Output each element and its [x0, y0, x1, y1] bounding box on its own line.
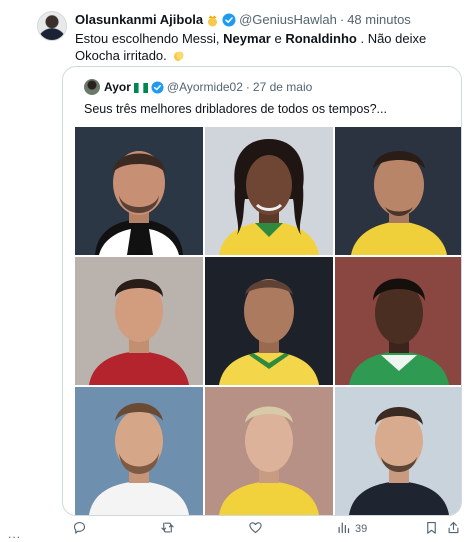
- nigeria-flag-icon: [133, 82, 148, 93]
- quoted-tweet-time: 27 de maio: [252, 79, 313, 94]
- clapping-hands-emoji-icon: [172, 49, 185, 62]
- bookmark-button[interactable]: [424, 520, 439, 538]
- crown-person-emoji-icon: [206, 14, 219, 27]
- quoted-header-separator: ·: [245, 79, 250, 94]
- quoted-tweet-header: Ayor @Ayormide02 · 27 de maio: [84, 79, 312, 95]
- views-icon: [336, 520, 351, 538]
- photo-player-7[interactable]: [75, 387, 203, 515]
- photo-player-8[interactable]: [205, 387, 333, 515]
- quoted-author-name: Ayor: [104, 79, 131, 94]
- like-button[interactable]: [248, 520, 263, 538]
- photo-player-9[interactable]: [335, 387, 461, 515]
- reply-button[interactable]: [72, 520, 87, 538]
- header-separator: ·: [339, 12, 345, 27]
- share-icon: [446, 520, 461, 538]
- reply-icon: [72, 520, 87, 538]
- tweet[interactable]: Olasunkanmi Ajibola @GeniusHawlah · 48 m…: [0, 0, 468, 542]
- photo-player-6[interactable]: [335, 257, 461, 385]
- photo-player-4[interactable]: [75, 257, 203, 385]
- photo-player-2[interactable]: [205, 127, 333, 255]
- quoted-author-handle: @Ayormide02: [166, 79, 243, 94]
- photo-grid[interactable]: [75, 127, 461, 515]
- tweet-time[interactable]: 48 minutos: [347, 12, 411, 28]
- author-handle[interactable]: @GeniusHawlah: [239, 12, 337, 28]
- quoted-tweet-text: Seus três melhores dribladores de todos …: [84, 102, 387, 116]
- more-ellipsis[interactable]: ...: [8, 527, 21, 541]
- bookmark-icon: [424, 520, 439, 538]
- retweet-icon: [160, 520, 175, 538]
- quoted-author-avatar: [84, 79, 100, 95]
- author-avatar[interactable]: [37, 11, 67, 41]
- views-count: 39: [355, 523, 368, 535]
- retweet-button[interactable]: [160, 520, 175, 538]
- heart-icon: [248, 520, 263, 538]
- verified-badge-icon: [222, 13, 236, 27]
- tweet-text: Estou escolhendo Messi, Neymar e Ronaldi…: [75, 30, 455, 64]
- quoted-tweet[interactable]: Ayor @Ayormide02 · 27 de maio Seus três …: [62, 66, 462, 516]
- photo-player-5[interactable]: [205, 257, 333, 385]
- tweet-text-bold-neymar: Neymar: [223, 31, 271, 46]
- author-name[interactable]: Olasunkanmi Ajibola: [75, 12, 203, 28]
- tweet-header: Olasunkanmi Ajibola @GeniusHawlah · 48 m…: [75, 12, 411, 28]
- views-button[interactable]: 39: [336, 520, 367, 538]
- tweet-text-part1: Estou escolhendo Messi,: [75, 31, 220, 46]
- share-button[interactable]: [446, 520, 461, 538]
- photo-player-1[interactable]: [75, 127, 203, 255]
- tweet-text-part2: e: [274, 31, 282, 46]
- tweet-actions: 39: [62, 518, 462, 538]
- quoted-verified-badge-icon: [151, 80, 164, 94]
- tweet-text-bold-ronaldinho: Ronaldinho: [285, 31, 357, 46]
- photo-player-3[interactable]: [335, 127, 461, 255]
